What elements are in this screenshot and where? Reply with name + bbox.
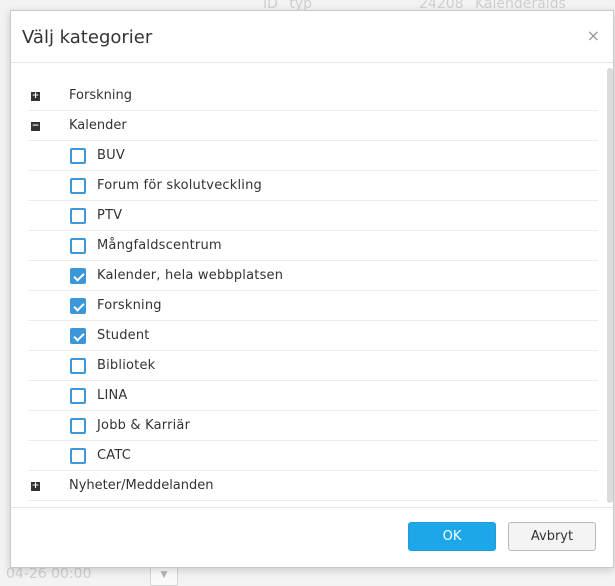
category-label: Forskning — [69, 88, 132, 103]
subcategory-row[interactable]: Forskning — [28, 291, 598, 321]
subcategory-checkbox[interactable] — [70, 298, 86, 314]
subcategory-label: BUV — [97, 148, 125, 163]
dialog-header: Välj kategorier × — [11, 11, 613, 63]
category-row[interactable]: + Forskning — [28, 81, 598, 111]
subcategory-checkbox[interactable] — [70, 418, 86, 434]
subcategory-label: CATC — [97, 448, 132, 463]
category-label: Nyheter/Meddelanden — [69, 478, 214, 493]
subcategory-label: Mångfaldscentrum — [97, 238, 222, 253]
subcategory-row[interactable]: Bibliotek — [28, 351, 598, 381]
dialog-footer: OK Avbryt — [11, 507, 613, 569]
subcategory-checkbox[interactable] — [70, 238, 86, 254]
subcategory-label: Forskning — [97, 298, 162, 313]
category-dialog: Välj kategorier × + Forskning − Kalender BUV… — [10, 10, 614, 568]
subcategory-label: Forum för skolutveckling — [97, 178, 262, 193]
subcategory-label: PTV — [97, 208, 123, 223]
category-label: Kalender — [69, 118, 127, 133]
subcategory-checkbox[interactable] — [70, 208, 86, 224]
subcategory-label: Student — [97, 328, 150, 343]
dialog-title: Välj kategorier — [22, 27, 153, 48]
subcategory-row[interactable]: BUV — [28, 141, 598, 171]
subcategory-row[interactable]: Mångfaldscentrum — [28, 231, 598, 261]
scrollbar[interactable] — [607, 68, 613, 503]
category-tree: + Forskning − Kalender BUV Forum för skolutve… — [28, 81, 598, 501]
subcategory-checkbox[interactable] — [70, 148, 86, 164]
category-row[interactable]: + Nyheter/Meddelanden — [28, 471, 598, 501]
subcategory-row[interactable]: Jobb & Karriär — [28, 411, 598, 441]
subcategory-label: Kalender, hela webbplatsen — [97, 268, 284, 283]
subcategory-checkbox[interactable] — [70, 328, 86, 344]
collapse-icon[interactable]: − — [31, 122, 40, 131]
subcategory-row[interactable]: CATC — [28, 441, 598, 471]
subcategory-row[interactable]: Kalender, hela webbplatsen — [28, 261, 598, 291]
subcategory-checkbox[interactable] — [70, 388, 86, 404]
close-icon[interactable]: × — [587, 28, 600, 44]
subcategory-checkbox[interactable] — [70, 268, 86, 284]
subcategory-label: LINA — [97, 388, 128, 403]
subcategory-checkbox[interactable] — [70, 448, 86, 464]
dialog-body: + Forskning − Kalender BUV Forum för skolutve… — [11, 64, 615, 507]
subcategory-row[interactable]: Forum för skolutveckling — [28, 171, 598, 201]
subcategory-row[interactable]: PTV — [28, 201, 598, 231]
subcategory-row[interactable]: Student — [28, 321, 598, 351]
ok-button[interactable]: OK — [408, 522, 496, 551]
subcategory-label: Jobb & Karriär — [97, 418, 191, 433]
cancel-button[interactable]: Avbryt — [508, 522, 596, 551]
expand-icon[interactable]: + — [31, 482, 40, 491]
expand-icon[interactable]: + — [31, 92, 40, 101]
subcategory-checkbox[interactable] — [70, 178, 86, 194]
subcategory-row[interactable]: LINA — [28, 381, 598, 411]
category-row[interactable]: − Kalender — [28, 111, 598, 141]
subcategory-label: Bibliotek — [97, 358, 156, 373]
subcategory-checkbox[interactable] — [70, 358, 86, 374]
